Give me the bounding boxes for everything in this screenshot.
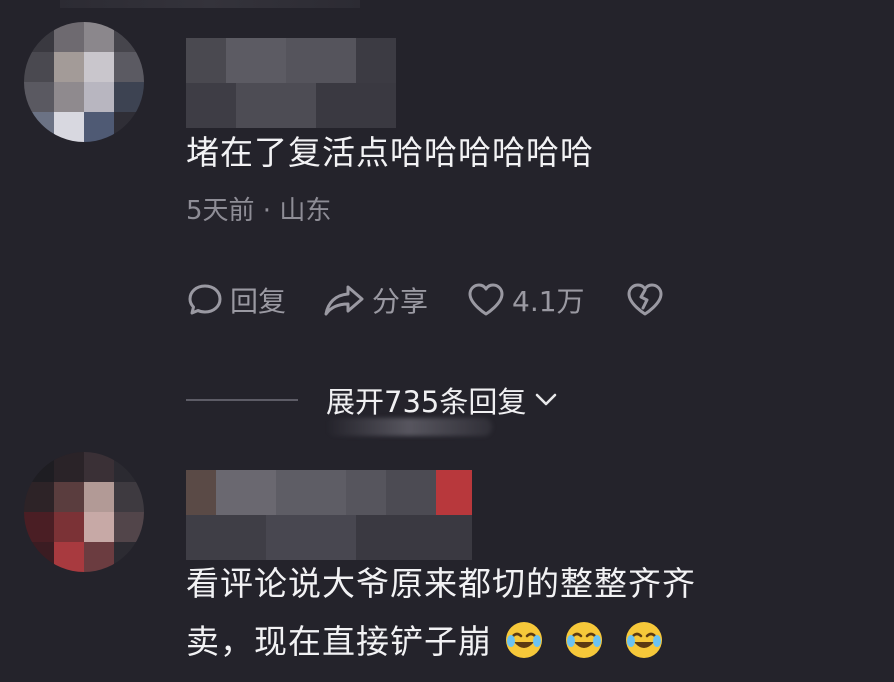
username-blurred[interactable] (186, 38, 396, 128)
reply-label: 回复 (230, 285, 287, 318)
expand-replies-label: 展开735条回复 (326, 385, 527, 419)
comment-actions: 回复 分享 4.1万 (186, 278, 665, 322)
like-count: 4.1万 (512, 285, 585, 318)
dislike-button[interactable] (625, 281, 665, 319)
laughing-crying-emoji-icon (566, 621, 602, 658)
like-button[interactable]: 4.1万 (466, 280, 585, 320)
chevron-down-icon (536, 393, 557, 406)
broken-heart-icon (627, 283, 663, 316)
top-blur-strip (60, 0, 360, 8)
laughing-crying-emoji-icon (626, 621, 662, 658)
comment-meta: 5天前 · 山东 (186, 196, 332, 226)
share-button[interactable]: 分享 (322, 280, 428, 320)
comment-text-line1: 看评论说大爷原来都切的整整齐齐 (186, 564, 696, 603)
share-label: 分享 (372, 285, 429, 318)
laughing-crying-emoji-icon (506, 621, 542, 658)
username-blurred[interactable] (186, 470, 472, 560)
comment-list: 堵在了复活点哈哈哈哈哈哈 5天前 · 山东 回复 分享 4.1万 展开735条回… (0, 0, 894, 682)
share-arrow-icon (324, 285, 364, 316)
reply-button[interactable]: 回复 (186, 280, 286, 320)
avatar[interactable] (24, 452, 144, 572)
comment-text: 堵在了复活点哈哈哈哈哈哈 (186, 133, 594, 172)
comment-text-line2: 卖，现在直接铲子崩 (186, 615, 664, 664)
avatar[interactable] (24, 22, 144, 142)
speech-bubble-icon (188, 284, 222, 315)
expand-replies[interactable]: 展开735条回复 (186, 378, 560, 422)
divider (186, 399, 298, 401)
blur-smear (326, 418, 492, 436)
heart-icon (468, 283, 504, 316)
comment-text-line2-text: 卖，现在直接铲子崩 (186, 622, 492, 661)
